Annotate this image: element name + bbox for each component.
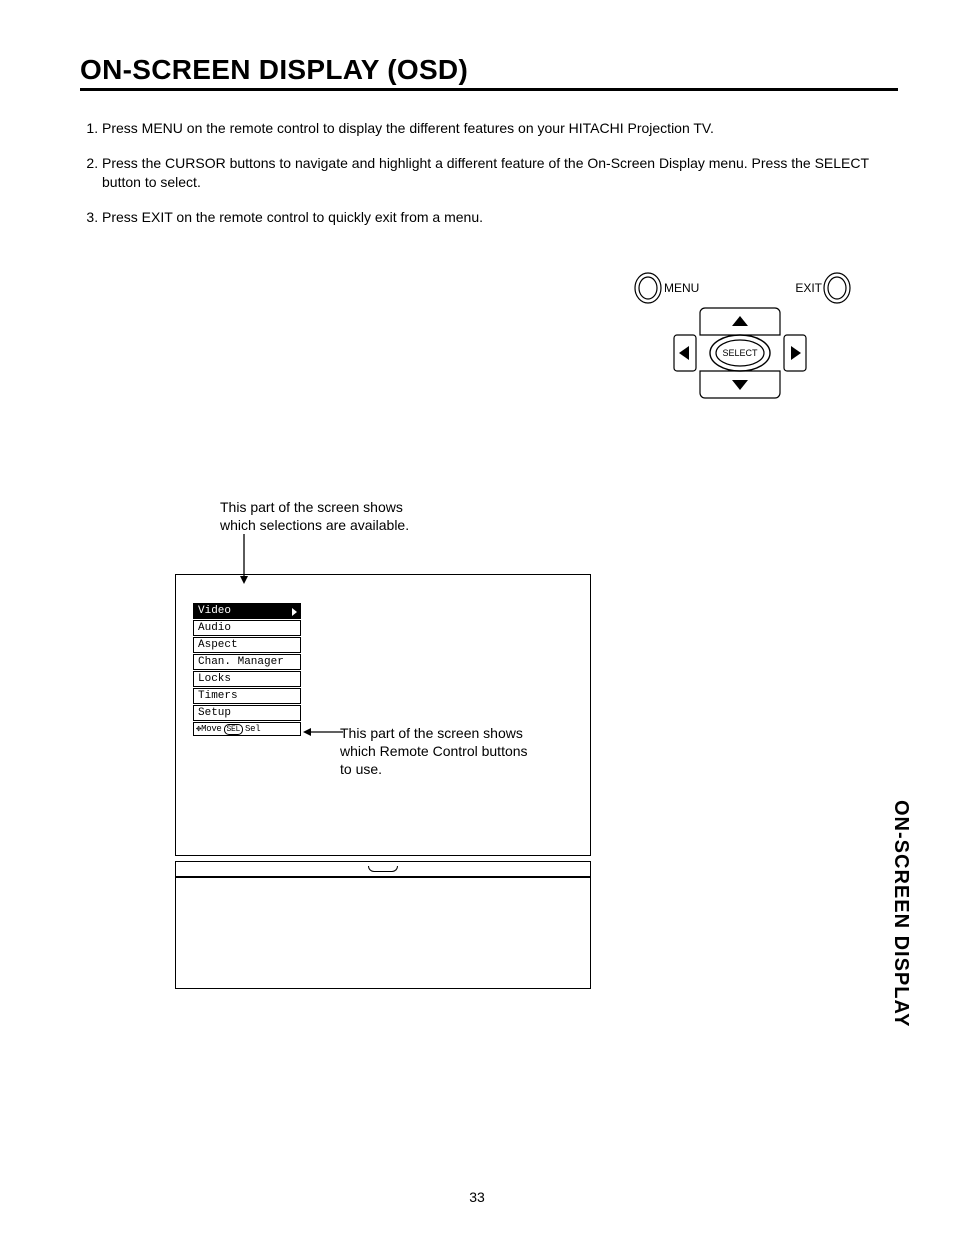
step-3: Press EXIT on the remote control to quic… — [102, 208, 898, 227]
instruction-list: Press MENU on the remote control to disp… — [80, 119, 898, 227]
menu-hint-bar: ✥ Move SEL Sel — [193, 722, 301, 736]
tv-bezel — [175, 861, 591, 877]
select-label: SELECT — [722, 348, 758, 358]
tv-base — [175, 877, 591, 989]
menu-item-timers: Timers — [193, 688, 301, 704]
exit-label: EXIT — [795, 281, 822, 295]
caption-line: which Remote Control buttons — [340, 743, 528, 759]
hint-sel-button: SEL — [224, 724, 244, 735]
section-tab: ON-SCREEN DISPLAY — [889, 800, 912, 1027]
menu-item-video: Video — [193, 603, 301, 619]
tv-screen: Video Audio Aspect Chan. Manager Locks T… — [175, 574, 591, 856]
caption-remote-buttons: This part of the screen shows which Remo… — [340, 724, 528, 779]
page-title: ON-SCREEN DISPLAY (OSD) — [80, 54, 898, 91]
hint-sel: Sel — [245, 724, 260, 734]
remote-diagram: MENU EXIT SELECT — [630, 268, 860, 418]
menu-label: MENU — [664, 281, 699, 295]
page-number: 33 — [0, 1189, 954, 1205]
hint-move: Move — [201, 724, 221, 734]
menu-item-aspect: Aspect — [193, 637, 301, 653]
caption-line: This part of the screen shows — [340, 725, 523, 741]
caption-line: which selections are available. — [220, 517, 409, 533]
step-1: Press MENU on the remote control to disp… — [102, 119, 898, 138]
menu-item-audio: Audio — [193, 620, 301, 636]
caption-line: This part of the screen shows — [220, 499, 403, 515]
step-2: Press the CURSOR buttons to navigate and… — [102, 154, 898, 192]
menu-item-setup: Setup — [193, 705, 301, 721]
tv-illustration: Video Audio Aspect Chan. Manager Locks T… — [175, 574, 591, 989]
caption-selections: This part of the screen shows which sele… — [220, 498, 409, 534]
osd-menu: Video Audio Aspect Chan. Manager Locks T… — [193, 603, 301, 736]
pointer-arrow-icon — [303, 726, 343, 738]
menu-item-locks: Locks — [193, 671, 301, 687]
menu-item-chan-manager: Chan. Manager — [193, 654, 301, 670]
manual-page: ON-SCREEN DISPLAY (OSD) Press MENU on th… — [0, 0, 954, 1235]
caption-line: to use. — [340, 761, 382, 777]
